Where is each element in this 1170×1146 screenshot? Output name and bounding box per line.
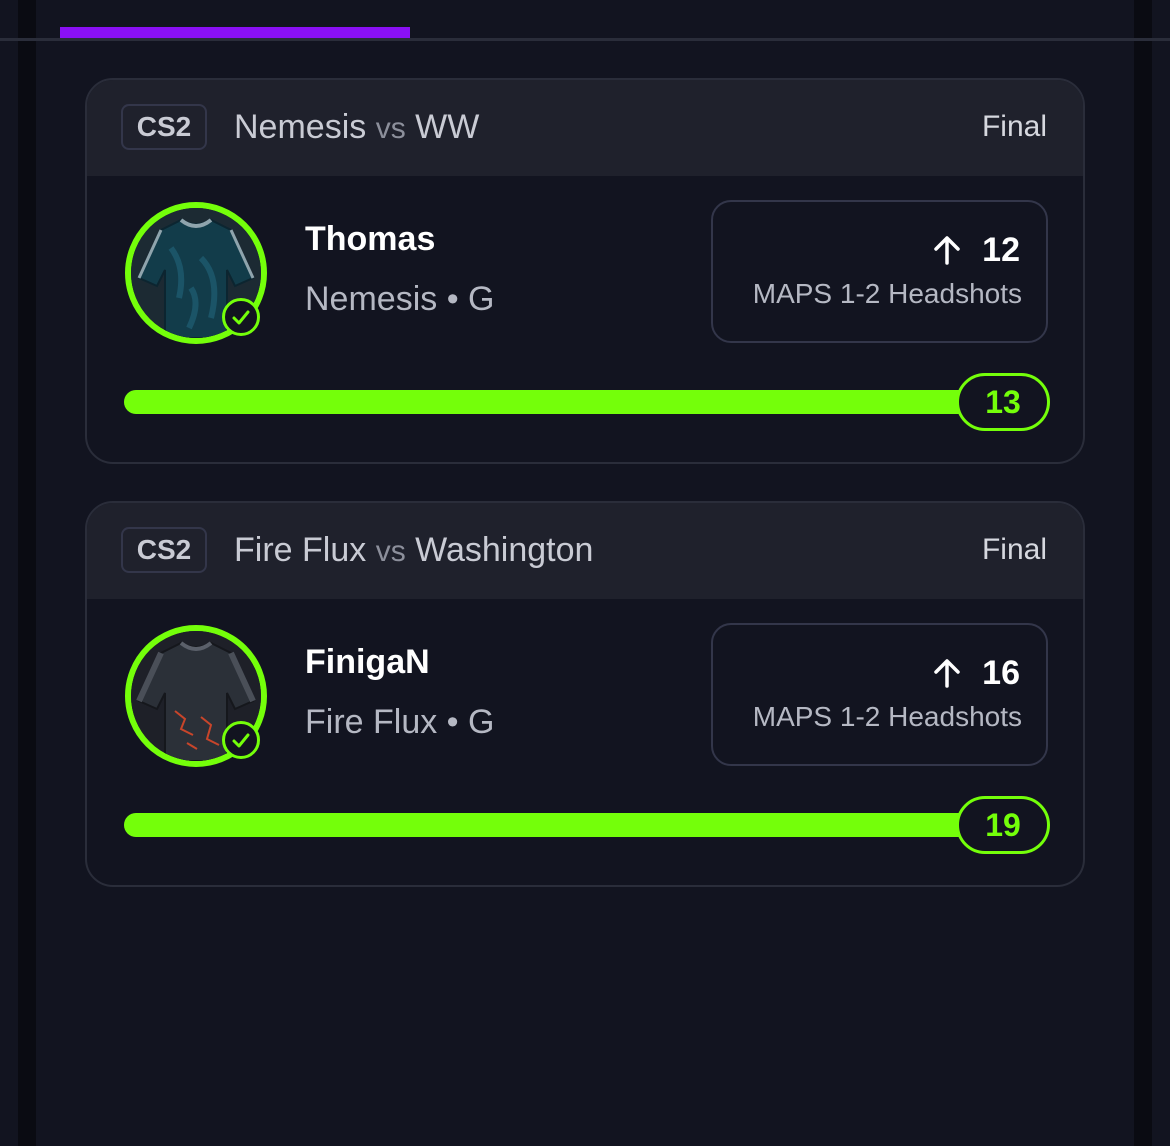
- matchup: Nemesis vs WW: [234, 104, 479, 150]
- team-b-name: Washington: [415, 531, 594, 569]
- progress-fill: [124, 813, 1024, 837]
- result-value-pill: 13: [956, 373, 1050, 431]
- progress-track: [124, 813, 1024, 837]
- player-name: Thomas: [305, 220, 436, 258]
- verified-check-icon: [222, 298, 260, 336]
- vs-label: vs: [375, 112, 406, 145]
- arrow-up-icon: [930, 233, 964, 267]
- verified-check-icon: [222, 721, 260, 759]
- matchup: Fire Flux vs Washington: [234, 527, 593, 573]
- vs-label: vs: [375, 535, 406, 568]
- pick-card[interactable]: CS2 Fire Flux vs Washington Final Finiga…: [85, 501, 1085, 887]
- progress-track: [124, 390, 1024, 414]
- card-header: CS2 Fire Flux vs Washington Final: [87, 503, 1083, 599]
- projection-box: 12 MAPS 1-2 Headshots: [711, 200, 1048, 343]
- right-edge: [1134, 0, 1152, 1146]
- game-badge: CS2: [121, 104, 207, 150]
- team-b-name: WW: [415, 108, 480, 146]
- player-team-position: Fire Flux • G: [305, 703, 495, 741]
- left-edge: [18, 0, 36, 1146]
- projection-box: 16 MAPS 1-2 Headshots: [711, 623, 1048, 766]
- match-status: Final: [981, 110, 1047, 143]
- stat-label: MAPS 1-2 Headshots: [752, 701, 1022, 732]
- line-value: 16: [982, 654, 1020, 692]
- line-value: 12: [982, 231, 1020, 269]
- app-frame: CS2 Nemesis vs WW Final Thomas Nemesis •…: [0, 0, 1170, 1146]
- tab-divider: [0, 38, 1170, 41]
- game-badge: CS2: [121, 527, 207, 573]
- projection-line: 12: [930, 228, 1020, 272]
- result-value-pill: 19: [956, 796, 1050, 854]
- match-status: Final: [981, 533, 1047, 566]
- pick-card[interactable]: CS2 Nemesis vs WW Final Thomas Nemesis •…: [85, 78, 1085, 464]
- card-header: CS2 Nemesis vs WW Final: [87, 80, 1083, 176]
- team-a-name: Nemesis: [234, 108, 367, 146]
- projection-line: 16: [930, 651, 1020, 695]
- active-tab-indicator: [60, 27, 410, 38]
- arrow-up-icon: [930, 656, 964, 690]
- progress-fill: [124, 390, 1024, 414]
- player-team-position: Nemesis • G: [305, 280, 495, 318]
- player-name: FinigaN: [305, 643, 430, 681]
- stat-label: MAPS 1-2 Headshots: [752, 278, 1022, 309]
- team-a-name: Fire Flux: [234, 531, 367, 569]
